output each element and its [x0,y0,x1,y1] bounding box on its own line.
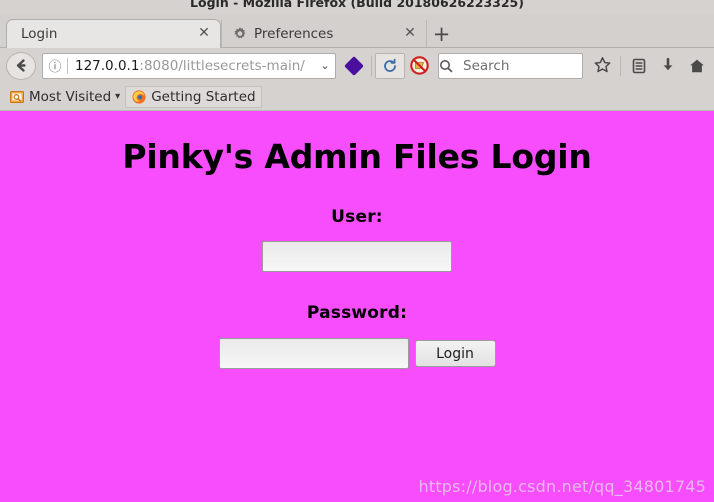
gear-icon [232,26,248,42]
library-icon [632,58,645,73]
bookmark-getting-started-label: Getting Started [151,88,256,105]
star-icon [594,57,611,73]
search-placeholder-text: Search [463,57,510,74]
reload-icon [384,58,396,72]
back-button[interactable] [6,51,36,80]
most-visited-icon [9,89,25,105]
back-arrow-icon [16,59,26,72]
browser-window: Login - Mozilla Firefox (Build 201806262… [0,0,714,502]
library-button[interactable] [624,52,653,80]
new-tab-button[interactable]: + [426,20,456,48]
bookmark-most-visited[interactable]: Most Visited ▾ [4,86,125,108]
noscript-blocked-icon [409,56,429,75]
bookmark-most-visited-label: Most Visited [29,88,112,105]
url-bar[interactable]: ⓘ 127.0.0.1:8080/littlesecrets-main/ ⌄ [42,52,336,79]
url-host: 127.0.0.1 [75,57,140,74]
url-text[interactable]: 127.0.0.1:8080/littlesecrets-main/ [68,58,315,74]
downloads-button[interactable] [653,52,682,80]
search-box[interactable]: Search [438,52,583,79]
tab-strip: Login ✕ Preferences ✕ + [0,14,714,48]
download-arrow-icon [663,57,672,70]
page-content: Pinky's Admin Files Login User: Password… [0,111,714,502]
chevron-down-icon[interactable]: ▾ [115,91,120,102]
noscript-button[interactable] [405,52,433,80]
navigation-toolbar: ⓘ 127.0.0.1:8080/littlesecrets-main/ ⌄ S… [0,48,714,83]
tab-login-label: Login [21,26,58,42]
window-title: Login - Mozilla Firefox (Build 201806262… [190,0,524,10]
home-button[interactable] [682,52,711,80]
reload-button[interactable] [375,52,405,79]
tab-preferences-label: Preferences [254,26,334,42]
toolbar-divider [371,55,372,76]
search-icon [439,59,463,73]
watermark-text: https://blog.csdn.net/qq_34801745 [418,477,706,496]
bookmark-star-button[interactable] [588,52,617,80]
firefox-icon [131,89,147,105]
user-input[interactable] [262,241,452,272]
password-label: Password: [306,303,408,323]
user-field-row [0,241,714,272]
tab-login[interactable]: Login ✕ [6,19,221,48]
window-titlebar: Login - Mozilla Firefox (Build 201806262… [0,0,714,14]
bookmarks-toolbar: Most Visited ▾ Getting Started [0,83,714,111]
container-indicator[interactable] [340,52,368,80]
password-field-row: Login [0,338,714,369]
url-path: :8080/littlesecrets-main/ [139,57,305,74]
tab-preferences-close-icon[interactable]: ✕ [402,26,418,42]
chevron-down-icon[interactable]: ⌄ [315,59,335,72]
toolbar-divider-2 [620,55,621,76]
tab-login-close-icon[interactable]: ✕ [196,26,212,42]
password-input[interactable] [218,338,409,369]
page-title: Pinky's Admin Files Login [122,137,592,176]
login-button[interactable]: Login [414,340,496,367]
tab-preferences[interactable]: Preferences ✕ [221,20,426,48]
user-label: User: [331,207,383,227]
home-icon [689,59,704,72]
purple-diamond-icon [344,55,364,76]
bookmark-getting-started[interactable]: Getting Started [125,85,262,108]
site-identity-icon[interactable]: ⓘ [43,56,67,75]
